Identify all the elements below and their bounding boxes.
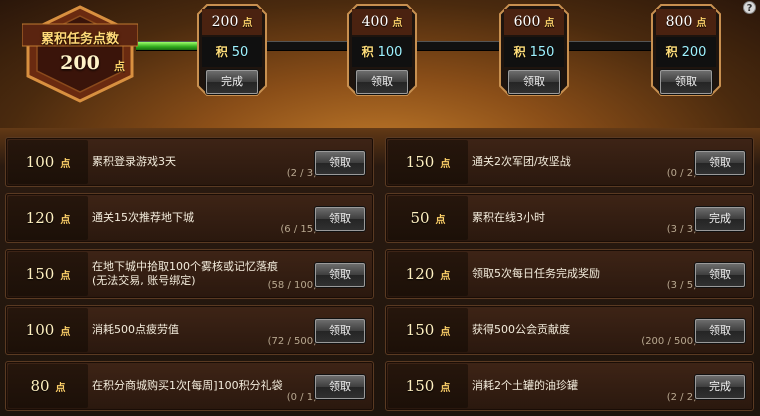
quest-description: 累积在线3小时 bbox=[472, 211, 545, 224]
milestone-600: 600 点 积 150 领取 bbox=[499, 4, 569, 96]
quest-description: 通关15次推荐地下城 bbox=[92, 211, 194, 224]
milestone-reward: 150 bbox=[529, 45, 555, 60]
quest-points: 50 bbox=[410, 209, 430, 227]
quest-description: 累积登录游戏3天 bbox=[92, 155, 176, 168]
quest-description: 消耗500点疲劳值 bbox=[92, 323, 179, 336]
quest-claim-button[interactable]: 领取 bbox=[315, 207, 365, 231]
quest-progress: (2 / 2) bbox=[666, 392, 697, 403]
quest-claim-button[interactable]: 领取 bbox=[695, 263, 745, 287]
quest-progress: (6 / 15) bbox=[280, 224, 317, 235]
quest-row: 120 点 领取5次每日任务完成奖励 (3 / 5) 领取 bbox=[385, 249, 754, 299]
quest-row: 150 点 获得500公会贡献度 (200 / 500) 领取 bbox=[385, 305, 754, 355]
quest-points: 150 bbox=[25, 265, 55, 283]
milestone-reward: 50 bbox=[231, 45, 249, 60]
quest-description: 通关2次军团/攻坚战 bbox=[472, 155, 571, 168]
milestone-points: 800 bbox=[665, 14, 693, 30]
milestone-points: 600 bbox=[513, 14, 541, 30]
milestone-points: 400 bbox=[361, 14, 389, 30]
quest-row: 100 点 累积登录游戏3天 (2 / 3) 领取 bbox=[5, 137, 374, 187]
milestone-reward: 100 bbox=[377, 45, 403, 60]
quest-description: 在积分商城购买1次[每周]100积分礼袋 bbox=[92, 379, 283, 392]
quest-claim-button[interactable]: 领取 bbox=[315, 319, 365, 343]
total-points-unit: 点 bbox=[114, 60, 125, 73]
milestone-400: 400 点 积 100 领取 bbox=[347, 4, 417, 96]
quest-progress: (72 / 500) bbox=[267, 336, 317, 347]
quest-row: 80 点 在积分商城购买1次[每周]100积分礼袋 (0 / 1) 领取 bbox=[5, 361, 374, 411]
quest-points-panel: ? 累积任务点数 200 点 200 点 积 50 完成 400 点 积 100 领取 bbox=[0, 0, 760, 416]
milestone-points: 200 bbox=[211, 14, 239, 30]
quest-points: 100 bbox=[25, 153, 55, 171]
quest-description: 在地下城中拾取100个雾核或记忆落痕 bbox=[92, 260, 278, 273]
total-points-label: 累积任务点数 bbox=[40, 32, 119, 47]
quest-row: 120 点 通关15次推荐地下城 (6 / 15) 领取 bbox=[5, 193, 374, 243]
quest-row: 150 点 在地下城中拾取100个雾核或记忆落痕 (无法交易, 账号绑定) (58 … bbox=[5, 249, 374, 299]
quest-row: 100 点 消耗500点疲劳值 (72 / 500) 领取 bbox=[5, 305, 374, 355]
quest-description: 领取5次每日任务完成奖励 bbox=[472, 267, 600, 280]
milestone-reward: 200 bbox=[681, 45, 707, 60]
quest-row: 50 点 累积在线3小时 (3 / 3) 完成 bbox=[385, 193, 754, 243]
quest-points: 150 bbox=[405, 153, 435, 171]
milestone-200: 200 点 积 50 完成 bbox=[197, 4, 267, 96]
milestone-complete-button[interactable]: 完成 bbox=[206, 70, 258, 94]
milestone-claim-button[interactable]: 领取 bbox=[356, 70, 408, 94]
quest-claim-button[interactable]: 领取 bbox=[695, 319, 745, 343]
quest-progress: (200 / 500) bbox=[641, 336, 697, 347]
quest-progress: (58 / 100) bbox=[267, 280, 317, 291]
points-progress-fill bbox=[136, 42, 198, 50]
quest-progress: (3 / 3) bbox=[666, 224, 697, 235]
quest-points: 150 bbox=[405, 377, 435, 395]
quest-complete-button[interactable]: 完成 bbox=[695, 207, 745, 231]
quest-row: 150 点 消耗2个土罐的油珍罐 (2 / 2) 完成 bbox=[385, 361, 754, 411]
quest-progress: (0 / 2) bbox=[666, 168, 697, 179]
quest-row: 150 点 通关2次军团/攻坚战 (0 / 2) 领取 bbox=[385, 137, 754, 187]
quest-points: 100 bbox=[25, 321, 55, 339]
quest-complete-button[interactable]: 完成 bbox=[695, 375, 745, 399]
help-icon[interactable]: ? bbox=[743, 1, 756, 14]
quest-claim-button[interactable]: 领取 bbox=[315, 375, 365, 399]
total-points-value: 200 bbox=[60, 52, 100, 74]
quest-points: 120 bbox=[25, 209, 55, 227]
quest-progress: (0 / 1) bbox=[286, 392, 317, 403]
quest-points: 150 bbox=[405, 321, 435, 339]
milestone-800: 800 点 积 200 领取 bbox=[651, 4, 721, 96]
quest-claim-button[interactable]: 领取 bbox=[315, 263, 365, 287]
progress-header: ? 累积任务点数 200 点 200 点 积 50 完成 400 点 积 100 领取 bbox=[0, 0, 760, 128]
quest-description: 获得500公会贡献度 bbox=[472, 323, 570, 336]
total-points-badge: 累积任务点数 200 点 bbox=[22, 4, 138, 104]
milestone-claim-button[interactable]: 领取 bbox=[508, 70, 560, 94]
quest-claim-button[interactable]: 领取 bbox=[315, 151, 365, 175]
quest-points: 80 bbox=[30, 377, 50, 395]
quest-progress: (3 / 5) bbox=[666, 280, 697, 291]
quest-progress: (2 / 3) bbox=[286, 168, 317, 179]
quest-points: 120 bbox=[405, 265, 435, 283]
quest-description: 消耗2个土罐的油珍罐 bbox=[472, 379, 578, 392]
milestone-claim-button[interactable]: 领取 bbox=[660, 70, 712, 94]
quest-claim-button[interactable]: 领取 bbox=[695, 151, 745, 175]
